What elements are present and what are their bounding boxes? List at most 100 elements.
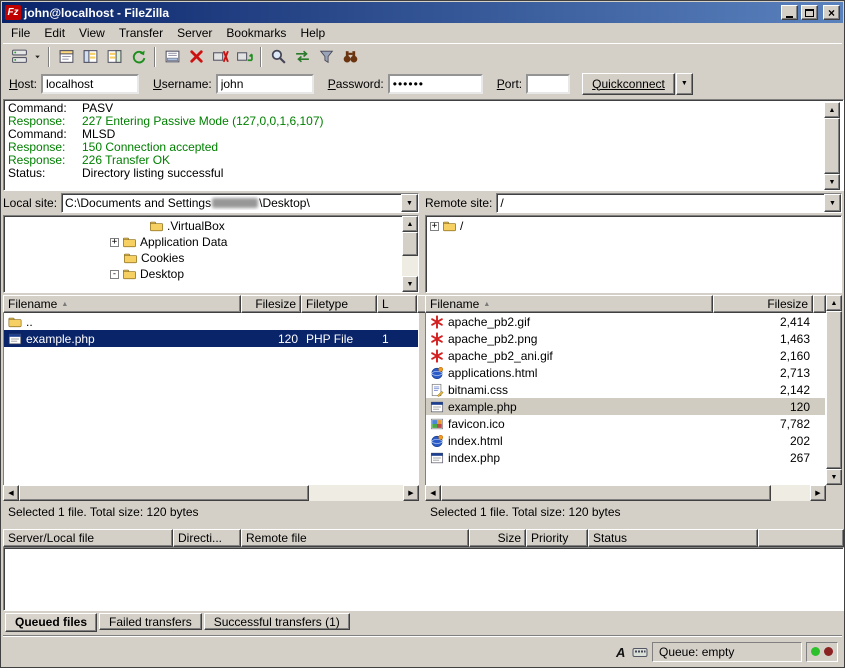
file-row[interactable]: apache_pb2.gif2,414: [426, 313, 825, 330]
file-cell-name: example.php: [426, 398, 714, 415]
site-manager-button[interactable]: [7, 46, 31, 68]
disconnect-button[interactable]: [208, 46, 232, 68]
title-bar[interactable]: Fz john@localhost - FileZilla ×: [2, 2, 843, 23]
quickconnect-dropdown-button[interactable]: ▼: [676, 73, 693, 95]
reconnect-button[interactable]: [232, 46, 256, 68]
menu-item-transfer[interactable]: Transfer: [112, 24, 170, 42]
file-row[interactable]: index.html202: [426, 432, 825, 449]
synchronized-browsing-button[interactable]: [290, 46, 314, 68]
scrollbar-thumb[interactable]: [826, 311, 842, 469]
column-header-filename[interactable]: Filename▲: [3, 295, 241, 313]
column-header-l[interactable]: L: [377, 295, 417, 313]
remote-site-dropdown-button[interactable]: ▼: [824, 194, 841, 212]
tab-failed-transfers[interactable]: Failed transfers: [99, 613, 202, 630]
file-row[interactable]: apache_pb2_ani.gif2,160: [426, 347, 825, 364]
scroll-down-button[interactable]: ▼: [402, 276, 418, 292]
find-button[interactable]: [338, 46, 362, 68]
column-header-directi[interactable]: Directi...: [173, 529, 241, 547]
username-input[interactable]: [216, 74, 314, 94]
scroll-up-button[interactable]: ▲: [402, 216, 418, 232]
menu-item-server[interactable]: Server: [170, 24, 219, 42]
scroll-left-button[interactable]: ◀: [425, 485, 441, 501]
column-header-server-local-file[interactable]: Server/Local file: [3, 529, 173, 547]
scrollbar-thumb[interactable]: [441, 485, 771, 501]
tree-item[interactable]: .VirtualBox: [4, 218, 401, 234]
file-row[interactable]: bitnami.css2,142: [426, 381, 825, 398]
scroll-down-button[interactable]: ▼: [826, 469, 842, 485]
port-input[interactable]: [526, 74, 570, 94]
tree-expander-icon[interactable]: -: [110, 270, 119, 279]
tree-item[interactable]: -Desktop: [4, 266, 401, 282]
local-list-horizontal-scrollbar[interactable]: ◀▶: [3, 485, 419, 501]
column-header-remote-file[interactable]: Remote file: [241, 529, 469, 547]
menu-item-view[interactable]: View: [72, 24, 112, 42]
tree-expander-icon[interactable]: +: [110, 238, 119, 247]
maximize-button[interactable]: [801, 5, 818, 20]
password-input[interactable]: [388, 74, 483, 94]
column-header-filename[interactable]: Filename▲: [425, 295, 713, 313]
status-bar: A Queue: empty: [3, 635, 842, 667]
file-row[interactable]: ..: [4, 313, 418, 330]
transfer-queue-list[interactable]: [3, 547, 844, 611]
scrollbar-thumb[interactable]: [19, 485, 309, 501]
file-name: applications.html: [448, 366, 537, 380]
scroll-right-button[interactable]: ▶: [810, 485, 826, 501]
column-header-filesize[interactable]: Filesize: [241, 295, 301, 313]
site-manager-dropdown-button[interactable]: [31, 46, 44, 68]
column-header-priority[interactable]: Priority: [526, 529, 588, 547]
scrollbar-thumb[interactable]: [824, 118, 840, 174]
scroll-left-button[interactable]: ◀: [3, 485, 19, 501]
tree-item[interactable]: +Application Data: [4, 234, 401, 250]
file-row[interactable]: favicon.ico7,782: [426, 415, 825, 432]
close-button[interactable]: ×: [823, 5, 840, 20]
column-header-size[interactable]: Size: [469, 529, 526, 547]
menu-item-help[interactable]: Help: [293, 24, 332, 42]
file-row[interactable]: example.php120PHP File1: [4, 330, 418, 347]
remote-list-horizontal-scrollbar[interactable]: ◀▶: [425, 485, 826, 501]
local-site-combobox[interactable]: C:\Documents and Settings\Desktop\ ▼: [61, 193, 419, 213]
tab-queued-files[interactable]: Queued files: [5, 613, 97, 632]
file-row[interactable]: example.php120: [426, 398, 825, 415]
local-treeview-toggle-button[interactable]: [78, 46, 102, 68]
process-queue-toggle-button[interactable]: [160, 46, 184, 68]
host-input[interactable]: [41, 74, 139, 94]
cancel-button[interactable]: [184, 46, 208, 68]
column-header-filler: [758, 529, 844, 547]
file-name: example.php: [448, 400, 517, 414]
file-row[interactable]: applications.html2,713: [426, 364, 825, 381]
scrollbar-track[interactable]: [771, 485, 810, 501]
scrollbar-track[interactable]: [309, 485, 403, 501]
file-row[interactable]: apache_pb2.png1,463: [426, 330, 825, 347]
column-header-filetype[interactable]: Filetype: [301, 295, 377, 313]
remote-treeview-toggle-button[interactable]: [102, 46, 126, 68]
file-cell-name: example.php: [4, 330, 242, 347]
column-header-filesize[interactable]: Filesize: [713, 295, 813, 313]
quickconnect-button[interactable]: Quickconnect: [582, 73, 675, 95]
scroll-right-button[interactable]: ▶: [403, 485, 419, 501]
column-header-status[interactable]: Status: [588, 529, 758, 547]
scrollbar-track[interactable]: [402, 256, 418, 276]
minimize-button[interactable]: [781, 5, 798, 20]
log-scrollbar[interactable]: ▲▼: [824, 102, 840, 190]
remote-list-scrollbar[interactable]: ▲▼: [826, 295, 842, 485]
tree-item[interactable]: +/: [426, 218, 841, 234]
refresh-button[interactable]: [126, 46, 150, 68]
local-tree-scrollbar[interactable]: ▲▼: [402, 216, 418, 292]
scroll-up-button[interactable]: ▲: [826, 295, 842, 311]
message-log-toggle-button[interactable]: [54, 46, 78, 68]
tree-expander-icon[interactable]: +: [430, 222, 439, 231]
file-row[interactable]: index.php267: [426, 449, 825, 466]
menu-item-file[interactable]: File: [4, 24, 37, 42]
tab-successful-transfers-1[interactable]: Successful transfers (1): [204, 613, 350, 630]
scroll-up-button[interactable]: ▲: [824, 102, 840, 118]
directory-comparison-button[interactable]: [266, 46, 290, 68]
menu-item-bookmarks[interactable]: Bookmarks: [219, 24, 293, 42]
remote-site-combobox[interactable]: / ▼: [496, 193, 842, 213]
menu-item-edit[interactable]: Edit: [37, 24, 72, 42]
scrollbar-thumb[interactable]: [402, 232, 418, 256]
scroll-down-button[interactable]: ▼: [824, 174, 840, 190]
filezilla-app-icon: Fz: [5, 5, 21, 20]
local-site-dropdown-button[interactable]: ▼: [401, 194, 418, 212]
tree-item[interactable]: Cookies: [4, 250, 401, 266]
filter-button[interactable]: [314, 46, 338, 68]
